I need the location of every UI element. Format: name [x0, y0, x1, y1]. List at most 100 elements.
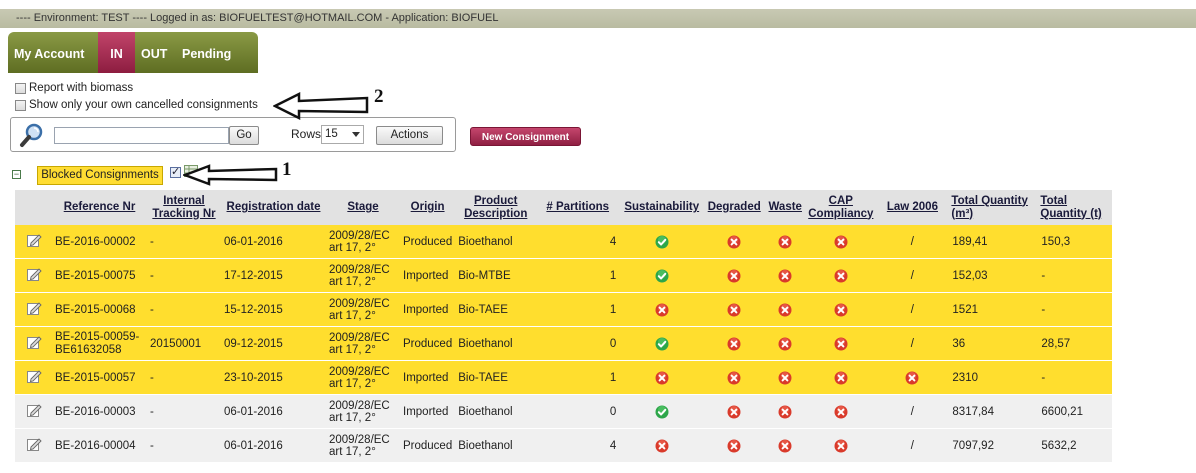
column-header-degraded[interactable]: Degraded: [704, 190, 765, 225]
cell-cap: [806, 225, 876, 259]
table-row[interactable]: BE-2015-00059-BE61632058 20150001 09-12-20…: [15, 326, 1113, 361]
cell-waste: [764, 225, 807, 259]
table-row[interactable]: BE-2015-00068-15-12-2015 2009/28/EC art 1…: [15, 292, 1113, 327]
cell-reg: 06-01-2016: [221, 428, 326, 463]
cell-tq_m3: 8317,84: [949, 394, 1039, 429]
cell-origin: Produced: [400, 225, 456, 259]
cell-stage: 2009/28/EC art 17, 2°: [326, 292, 400, 327]
report-biomass-label: Report with biomass: [29, 82, 134, 94]
cell-origin: Imported: [400, 360, 456, 395]
tab-pending[interactable]: Pending: [176, 32, 258, 73]
column-header-tq_t[interactable]: Total Quantity (t): [1038, 190, 1113, 225]
column-header-tq_m3[interactable]: Total Quantity (m³): [949, 190, 1039, 225]
tab-out[interactable]: OUT: [135, 32, 176, 73]
blocked-filter-checkbox[interactable]: [170, 165, 181, 178]
cross-circle-icon: [834, 337, 848, 350]
column-header-cap[interactable]: CAP Compliancy: [806, 190, 876, 225]
cell-ref: BE-2016-00002: [52, 225, 147, 259]
cross-circle-icon: [727, 235, 741, 248]
rows-label: Rows: [291, 127, 322, 141]
cross-circle-icon: [778, 405, 792, 418]
cell-stage: 2009/28/EC art 17, 2°: [326, 360, 400, 395]
cross-circle-icon: [834, 371, 848, 384]
cell-partitions: 0: [536, 326, 620, 361]
go-button[interactable]: Go: [229, 126, 259, 145]
cell-tq_t: -: [1038, 292, 1113, 327]
cell-sustain: [619, 326, 705, 361]
column-header-partitions[interactable]: # Partitions: [536, 190, 620, 225]
cell-ref: BE-2015-00057: [52, 360, 147, 395]
cell-reg: 17-12-2015: [221, 258, 326, 293]
cell-internal: -: [147, 428, 221, 463]
cell-cap: [806, 292, 876, 327]
cross-circle-icon: [727, 303, 741, 316]
search-icon[interactable]: [19, 122, 45, 148]
cell-waste: [764, 258, 807, 293]
column-header-stage[interactable]: Stage: [326, 190, 400, 225]
own-cancelled-checkbox[interactable]: [15, 99, 26, 111]
cell-stage: 2009/28/EC art 17, 2°: [326, 225, 400, 259]
cell-internal: -: [147, 292, 221, 327]
tab-my-account[interactable]: My Account: [8, 32, 98, 73]
table-row[interactable]: BE-2016-00003-06-01-2016 2009/28/EC art 1…: [15, 394, 1113, 429]
cell-tq_t: 28,57: [1038, 326, 1113, 361]
actions-button[interactable]: Actions: [376, 126, 443, 145]
cell-tq_m3: 2310: [949, 360, 1039, 395]
cell-law: /: [875, 326, 950, 361]
blocked-consignments-button[interactable]: Blocked Consignments: [37, 166, 163, 185]
edit-icon[interactable]: [15, 326, 52, 361]
cell-product: Bio-MTBE: [455, 258, 537, 293]
edit-icon[interactable]: [15, 428, 52, 463]
cell-reg: 15-12-2015: [221, 292, 326, 327]
cell-law: /: [875, 258, 950, 293]
column-header-sustain[interactable]: Sustainability: [619, 190, 705, 225]
cell-tq_m3: 36: [949, 326, 1039, 361]
edit-icon[interactable]: [15, 292, 52, 327]
cell-internal: -: [147, 258, 221, 293]
own-cancelled-option: Show only your own cancelled consignment…: [15, 99, 258, 111]
cell-tq_m3: 152,03: [949, 258, 1039, 293]
tab-in[interactable]: IN: [98, 32, 135, 73]
column-header-law[interactable]: Law 2006: [875, 190, 950, 225]
column-header-waste[interactable]: Waste: [764, 190, 807, 225]
cell-degraded: [704, 292, 765, 327]
cross-circle-icon: [834, 235, 848, 248]
new-consignment-button[interactable]: New Consignment: [470, 127, 581, 146]
column-header-reg[interactable]: Registration date: [221, 190, 326, 225]
cell-tq_t: -: [1038, 258, 1113, 293]
cell-degraded: [704, 258, 765, 293]
cell-reg: 06-01-2016: [221, 225, 326, 259]
cross-circle-icon: [834, 269, 848, 282]
cross-circle-icon: [778, 235, 792, 248]
table-row[interactable]: BE-2016-00004-06-01-2016 2009/28/EC art 1…: [15, 428, 1113, 463]
table-row[interactable]: BE-2015-00075-17-12-2015 2009/28/EC art 1…: [15, 258, 1113, 293]
cell-degraded: [704, 326, 765, 361]
table-row[interactable]: BE-2016-00002-06-01-2016 2009/28/EC art 1…: [15, 225, 1113, 259]
cell-partitions: 4: [536, 428, 620, 463]
cell-partitions: 1: [536, 258, 620, 293]
cell-ref: BE-2016-00004: [52, 428, 147, 463]
column-header-product[interactable]: Product Description: [455, 190, 537, 225]
collapse-icon[interactable]: −: [12, 170, 21, 179]
cell-sustain: [619, 360, 705, 395]
cell-ref: BE-2016-00003: [52, 394, 147, 429]
column-header-origin[interactable]: Origin: [400, 190, 456, 225]
edit-icon[interactable]: [15, 360, 52, 395]
rows-select[interactable]: 15: [321, 125, 364, 144]
cell-stage: 2009/28/EC art 17, 2°: [326, 428, 400, 463]
search-input[interactable]: [54, 127, 229, 144]
edit-icon[interactable]: [15, 394, 52, 429]
column-header-internal[interactable]: Internal Tracking Nr: [147, 190, 221, 225]
cell-cap: [806, 326, 876, 361]
cross-circle-icon: [727, 337, 741, 350]
table-header-row: Reference Nr Internal Tracking Nr Registra…: [15, 190, 1113, 225]
cross-circle-icon: [905, 371, 919, 384]
report-biomass-checkbox[interactable]: [15, 82, 26, 94]
cross-circle-icon: [655, 371, 669, 384]
own-cancelled-label: Show only your own cancelled consignment…: [29, 99, 258, 111]
cell-internal: -: [147, 394, 221, 429]
edit-icon[interactable]: [15, 258, 52, 293]
column-header-ref[interactable]: Reference Nr: [52, 190, 147, 225]
table-row[interactable]: BE-2015-00057-23-10-2015 2009/28/EC art 1…: [15, 360, 1113, 395]
edit-icon[interactable]: [15, 225, 52, 259]
